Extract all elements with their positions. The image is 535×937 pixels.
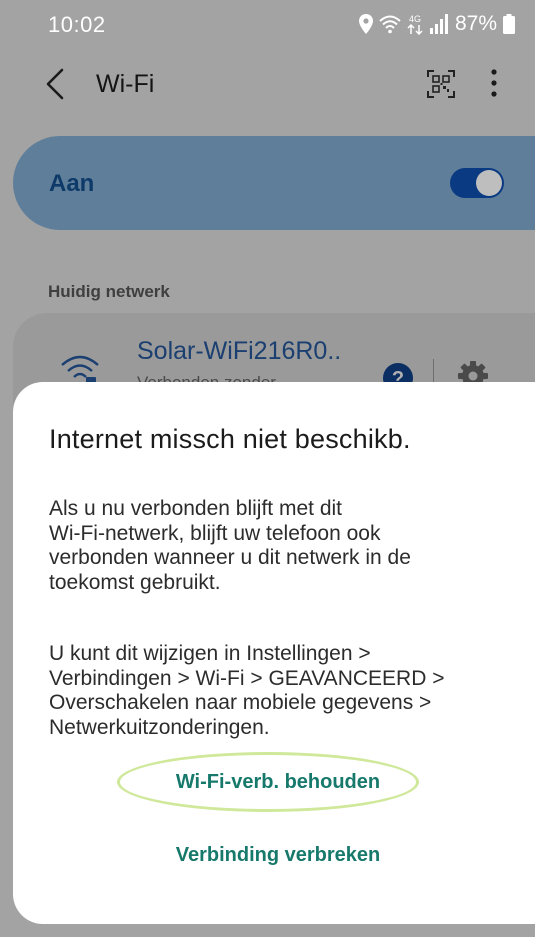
svg-text:4G: 4G — [409, 14, 421, 24]
app-bar: Wi-Fi — [0, 46, 535, 124]
wifi-toggle-label: Aan — [49, 170, 95, 197]
battery-percentage: 87% — [454, 12, 497, 35]
toggle-knob — [476, 170, 502, 196]
status-time: 10:02 — [48, 12, 106, 37]
wifi-settings-screen: 10:02 4G 87% Wi-Fi Aan Huidig netwerk So… — [0, 0, 535, 937]
current-network-header: Huidig netwerk — [48, 282, 170, 301]
location-icon — [358, 14, 373, 34]
wifi-master-toggle-row[interactable]: Aan — [13, 136, 535, 230]
status-bar: 10:02 4G 87% — [0, 0, 535, 46]
4g-data-icon: 4G — [407, 14, 423, 35]
wifi-signal-icon — [379, 15, 401, 34]
status-icons: 4G 87% — [358, 12, 515, 36]
keep-wifi-connection-button[interactable]: Wi-Fi-verb. behouden — [93, 771, 463, 794]
wifi-toggle-switch[interactable] — [450, 168, 504, 198]
network-name: Solar-WiFi216R0.. — [137, 337, 342, 365]
cell-signal-icon — [429, 14, 448, 34]
dialog-body-text: Als u nu verbonden blijft met dit Wi-Fi-… — [49, 497, 411, 594]
battery-icon — [503, 14, 515, 34]
dialog-title: Internet missch niet beschikb. — [49, 424, 411, 454]
back-icon[interactable] — [44, 68, 66, 100]
internet-unavailable-dialog: Internet missch niet beschikb. Als u nu … — [13, 382, 535, 924]
disconnect-button[interactable]: Verbinding verbreken — [93, 844, 463, 867]
dialog-settings-path-text: U kunt dit wijzigen in Instellingen > Ve… — [49, 642, 445, 739]
more-options-icon[interactable] — [489, 68, 499, 98]
qr-code-icon[interactable] — [427, 70, 455, 98]
page-title: Wi-Fi — [96, 70, 155, 98]
